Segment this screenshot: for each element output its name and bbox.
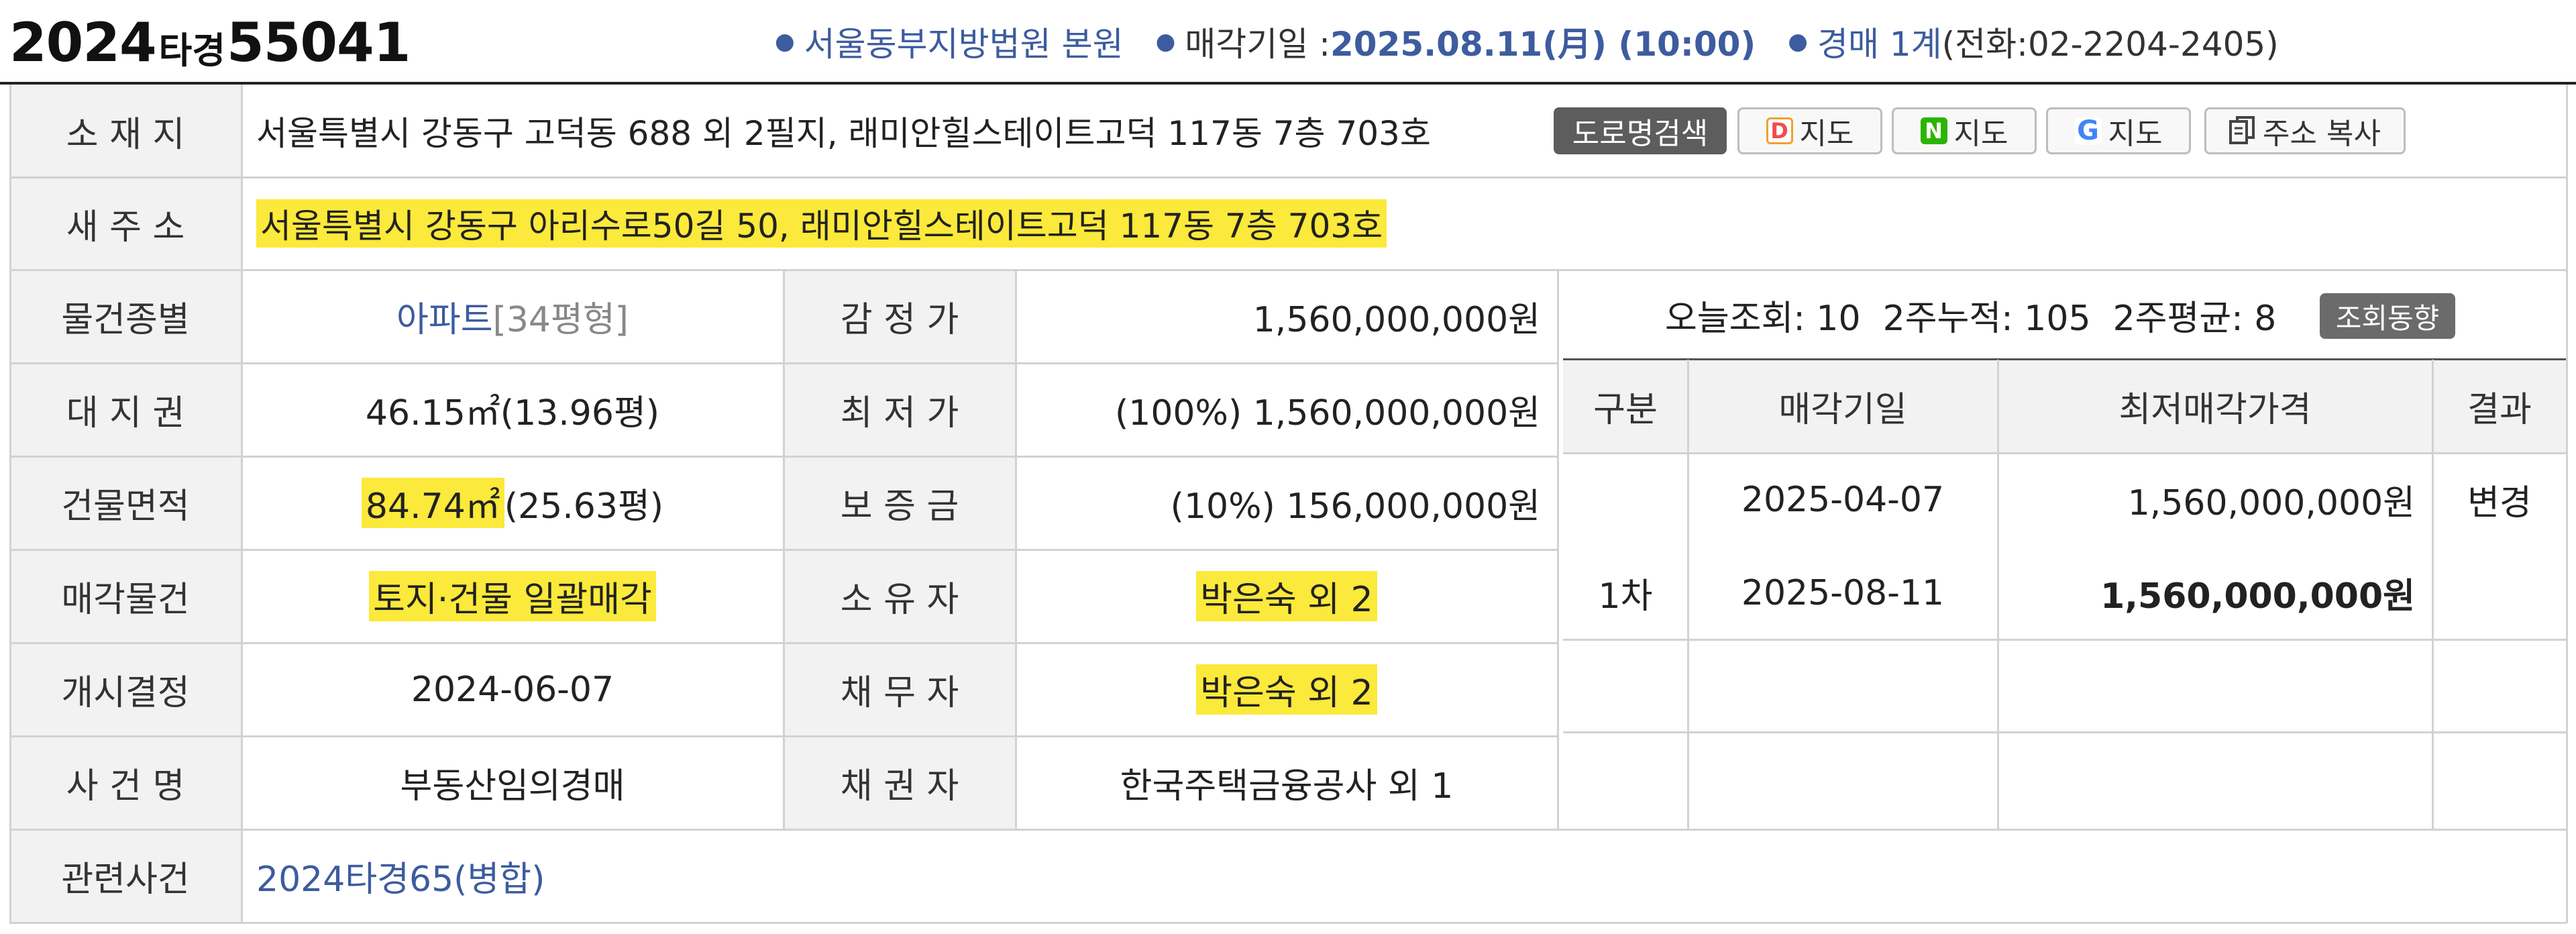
address-label: 소 재 지 [9,85,241,177]
case-number: 2024 타경 55041 [9,5,411,79]
start-decision-cell: 2024-06-07 [241,643,784,736]
view-stats-text: 오늘조회: 10 2주누적: 105 2주평균: 8 [1665,298,2277,339]
google-map-button[interactable]: G 지도 [2046,107,2191,154]
creditor-value: 한국주택금융공사 외 1 [1120,766,1454,807]
history-row-1-result: 변경 [2432,453,2567,546]
sale-date: 2025.08.11(月) (10:00) [1330,25,1756,64]
view-trend-button[interactable]: 조회동향 [2320,293,2455,339]
start-decision-label: 개시결정 [9,643,241,736]
google-icon: G [2074,115,2102,146]
case-name-label: 사 건 명 [9,736,241,829]
history-row-2-result [2432,546,2567,639]
min-price-value: (100%) 1,560,000,000원 [1114,393,1540,433]
history-header-price: 최저매각가격 [1998,360,2432,453]
building-area-highlight: 84.74㎡ [361,478,504,528]
bullet-icon: ● [1155,28,1176,55]
land-right-cell: 46.15㎡(13.96평) [241,363,784,456]
land-right-value: 46.15㎡(13.96평) [365,393,660,433]
debtor-value: 박은숙 외 2 [1196,664,1377,715]
property-type-label: 물건종별 [9,270,241,363]
property-type-cell: 아파트 [34평형] [241,270,784,363]
appraisal-cell: 1,560,000,000원 [1016,270,1558,363]
deposit-label: 보 증 금 [784,456,1016,550]
daum-map-button[interactable]: D 지도 [1737,107,1882,154]
history-row-2-round: 1차 [1563,546,1688,639]
deposit-cell: (10%) 156,000,000원 [1016,456,1558,550]
naver-icon: N [1920,117,1947,144]
daum-map-label: 지도 [1799,117,1854,151]
appraisal-value: 1,560,000,000원 [1252,300,1540,340]
case-info: ● 서울동부지방법원 본원 ● 매각기일 : 2025.08.11(月) (10… [775,15,2279,68]
naver-map-label: 지도 [1953,117,2008,151]
new-address-label: 새 주 소 [9,177,241,270]
owner-cell: 박은숙 외 2 [1016,550,1558,643]
related-case-cell: 2024타경65(병합) [241,829,2567,923]
bullet-icon: ● [775,28,795,55]
owner-label: 소 유 자 [784,550,1016,643]
history-header-date: 매각기일 [1688,360,1998,453]
court-name: 서울동부지방법원 본원 [804,25,1124,64]
case-name-value: 부동산임의경매 [400,766,625,807]
case-year: 2024 [9,11,157,74]
case-name-cell: 부동산임의경매 [241,736,784,829]
creditor-label: 채 권 자 [784,736,1016,829]
google-map-label: 지도 [2108,117,2163,151]
history-row-1-price: 1,560,000,000원 [1998,453,2432,546]
history-row-1-round [1563,453,1688,546]
new-address-value: 서울특별시 강동구 아리수로50길 50, 래미안힐스테이트고덕 117동 7층… [256,199,1387,248]
related-case-link[interactable]: 2024타경65(병합) [256,851,545,901]
road-name-search-label: 도로명검색 [1572,117,1709,151]
case-num: 55041 [227,11,411,74]
copy-icon [2229,116,2255,144]
new-address-cell: 서울특별시 강동구 아리수로50길 50, 래미안힐스테이트고덕 117동 7층… [241,177,2567,270]
department: 경매 1계 [1817,25,1942,64]
creditor-cell: 한국주택금융공사 외 1 [1016,736,1558,829]
case-header: 2024 타경 55041 ● 서울동부지방법원 본원 ● 매각기일 : 202… [0,0,2576,85]
owner-value: 박은숙 외 2 [1196,571,1377,621]
debtor-cell: 박은숙 외 2 [1016,643,1558,736]
department-phone: (전화:02-2204-2405) [1941,25,2279,64]
daum-icon: D [1766,117,1793,144]
property-size: [34평형] [492,300,629,340]
history-row-1-date: 2025-04-07 [1688,453,1998,546]
case-type: 타경 [158,29,226,72]
auction-detail-page: 2024 타경 55041 ● 서울동부지방법원 본원 ● 매각기일 : 202… [0,0,2576,934]
property-type-value[interactable]: 아파트 [396,291,493,342]
naver-map-button[interactable]: N 지도 [1892,107,2037,154]
building-area-label: 건물면적 [9,456,241,550]
sale-object-value: 토지·건물 일괄매각 [369,571,656,621]
history-row-2-price: 1,560,000,000원 [1998,546,2432,639]
land-right-label: 대 지 권 [9,363,241,456]
sale-object-label: 매각물건 [9,550,241,643]
min-price-label: 최 저 가 [784,363,1016,456]
related-case-label: 관련사건 [9,829,241,923]
copy-address-button[interactable]: 주소 복사 [2204,107,2406,154]
address-value: 서울특별시 강동구 고덕동 688 외 2필지, 래미안힐스테이트고덕 117동… [256,114,1431,153]
road-name-search-button[interactable]: 도로명검색 [1554,107,1727,154]
building-area-cell: 84.74㎡ (25.63평) [241,456,784,550]
sale-date-label: 매각기일 : [1185,25,1330,64]
appraisal-label: 감 정 가 [784,270,1016,363]
bullet-icon: ● [1788,28,1808,55]
sale-object-cell: 토지·건물 일괄매각 [241,550,784,643]
deposit-value: (10%) 156,000,000원 [1170,486,1540,527]
debtor-label: 채 무 자 [784,643,1016,736]
min-price-cell: (100%) 1,560,000,000원 [1016,363,1558,456]
history-header-result: 결과 [2432,360,2567,453]
history-header-round: 구분 [1563,360,1688,453]
history-row-2-date: 2025-08-11 [1688,546,1998,639]
start-decision-value: 2024-06-07 [411,669,614,710]
copy-address-label: 주소 복사 [2263,117,2381,151]
view-trend-label: 조회동향 [2335,301,2440,335]
building-area-pyeong: (25.63평) [504,486,664,527]
